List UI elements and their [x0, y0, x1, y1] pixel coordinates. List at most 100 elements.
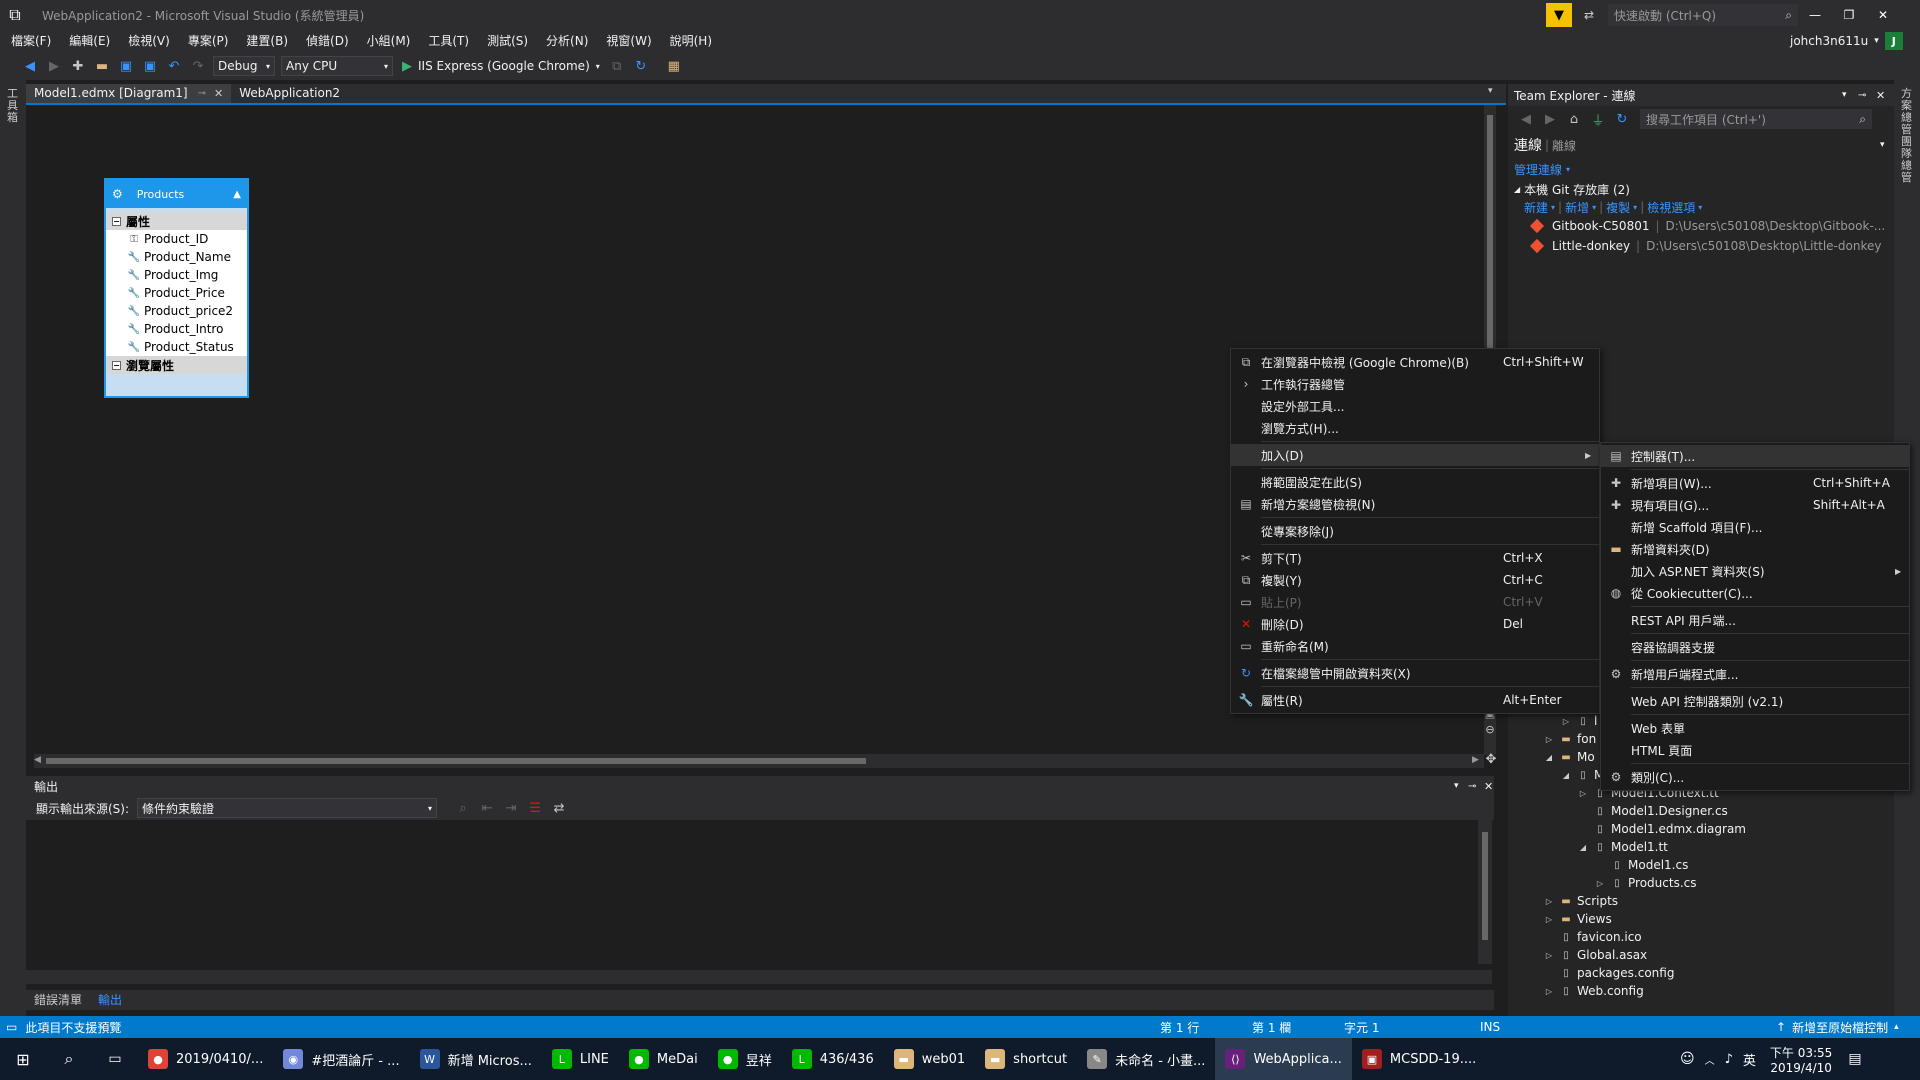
tab-model1-edmx[interactable]: Model1.edmx [Diagram1] ⊸ ✕	[26, 84, 232, 103]
taskbar-app[interactable]: L 436/436	[782, 1038, 884, 1080]
close-icon[interactable]: ✕	[1876, 89, 1885, 102]
expand-closed-icon[interactable]: ▷	[1543, 735, 1555, 744]
entity-nav-section[interactable]: − 瀏覽屬性	[106, 356, 247, 374]
notification-filter-icon[interactable]: ▼	[1546, 3, 1572, 27]
taskbar-app[interactable]: ⟨⟩ WebApplica...	[1215, 1038, 1352, 1080]
save-icon[interactable]: ▣	[115, 55, 137, 77]
solution-tree-item[interactable]: ▷ ▬ Scripts	[1508, 892, 1894, 910]
context-menu-item[interactable]: › 工作執行器總管	[1231, 373, 1599, 395]
refresh-icon[interactable]: ↻	[630, 55, 652, 77]
chevron-down-icon[interactable]: ▾	[1454, 781, 1459, 791]
user-name[interactable]: johch3n611u	[1790, 34, 1868, 48]
expand-closed-icon[interactable]: ▷	[1543, 951, 1555, 960]
context-menu-item[interactable]: 新增 Scaffold 項目(F)...	[1601, 516, 1909, 538]
context-menu-item[interactable]: ↻ 在檔案總管中開啟資料夾(X)	[1231, 662, 1599, 684]
context-menu-item[interactable]: 將範圍設定在此(S)	[1231, 471, 1599, 493]
taskbar-app[interactable]: ✎ 未命名 - 小畫...	[1077, 1038, 1215, 1080]
solution-tree-item[interactable]: ▯ favicon.ico	[1508, 928, 1894, 946]
menu-item[interactable]: 偵錯(D)	[297, 30, 358, 52]
taskbar-app[interactable]: ● 2019/0410/...	[138, 1038, 273, 1080]
designer-horizontal-scrollbar[interactable]: ◀ ▶	[34, 754, 1484, 768]
entity-property[interactable]: 🔧 Product_Name	[106, 248, 247, 266]
clock[interactable]: 下午 03:55 2019/4/10	[1770, 1044, 1832, 1075]
bookmark-icon[interactable]: ▦	[663, 55, 685, 77]
platform-select[interactable]: Any CPU ▾	[281, 56, 393, 76]
tab-list-dropdown-icon[interactable]: ▾	[1488, 86, 1493, 96]
taskbar-app[interactable]: ▬ web01	[884, 1038, 975, 1080]
repo-item[interactable]: Gitbook-C50801 | D:\Users\c50108\Desktop\G…	[1529, 216, 1894, 236]
menu-item[interactable]: 分析(N)	[537, 30, 597, 52]
close-icon[interactable]: ✕	[1484, 780, 1493, 793]
entity-property[interactable]: 🔧 Product_price2	[106, 302, 247, 320]
solution-config-select[interactable]: Debug ▾	[213, 56, 275, 76]
solution-tree-item[interactable]: ▯ Model1.Designer.cs	[1508, 802, 1894, 820]
menu-item[interactable]: 檔案(F)	[2, 30, 60, 52]
context-menu-item[interactable]: ▤ 新增方案總管檢視(N)	[1231, 493, 1599, 515]
solution-tree-item[interactable]: ▷ ▬ Views	[1508, 910, 1894, 928]
entity-property[interactable]: 🔧 Product_Price	[106, 284, 247, 302]
back-icon[interactable]: ◀	[19, 55, 41, 77]
chevron-down-icon[interactable]: ▾	[1566, 165, 1570, 174]
feedback-icon[interactable]: ⇄	[1576, 3, 1602, 27]
chevron-up-icon[interactable]: ︿	[1705, 1052, 1715, 1067]
collapse-box-icon[interactable]: −	[112, 216, 121, 226]
zoom-out-icon[interactable]: ⊖	[1482, 721, 1498, 737]
collapse-icon[interactable]: ▲	[233, 189, 241, 200]
tab-output[interactable]: 輸出	[90, 991, 130, 1010]
redo-icon[interactable]: ↷	[187, 55, 209, 77]
context-menu-item[interactable]: ⚙ 類別(C)...	[1601, 766, 1909, 788]
entity-property[interactable]: ⚿ Product_ID	[106, 230, 247, 248]
menu-item[interactable]: 視窗(W)	[597, 30, 660, 52]
context-menu-item[interactable]: ⧉ 複製(Y) Ctrl+C	[1231, 569, 1599, 591]
restore-button[interactable]: ❐	[1832, 0, 1866, 30]
people-icon[interactable]: ☺	[1680, 1051, 1695, 1067]
pan-icon[interactable]: ✥	[1484, 752, 1498, 767]
add-to-source-control-button[interactable]: ↑ 新增至原始檔控制 ▴	[1776, 1019, 1899, 1036]
expand-open-icon[interactable]: ◢	[1577, 843, 1589, 852]
context-menu-item[interactable]: 加入(D) ▶	[1231, 444, 1599, 466]
menu-item[interactable]: 小組(M)	[358, 30, 420, 52]
close-button[interactable]: ✕	[1866, 0, 1900, 30]
context-menu-item[interactable]: Web 表單	[1601, 717, 1909, 739]
quick-launch-box[interactable]: 快速啟動 (Ctrl+Q) ⌕	[1608, 4, 1798, 26]
chevron-down-icon[interactable]: ▾	[1874, 36, 1879, 46]
taskbar-app[interactable]: ● 昱祥	[708, 1038, 782, 1080]
volume-icon[interactable]: ♪	[1725, 1052, 1733, 1067]
expand-closed-icon[interactable]: ▷	[1543, 987, 1555, 996]
section-title[interactable]: 連線	[1514, 135, 1542, 155]
pin-icon[interactable]: ⊸	[1468, 781, 1476, 792]
new-project-icon[interactable]: ✚	[67, 55, 89, 77]
search-icon[interactable]: ⌕	[46, 1038, 92, 1080]
collapse-box-icon[interactable]: −	[112, 360, 121, 370]
context-menu-item[interactable]: Web API 控制器類別 (v2.1)	[1601, 690, 1909, 712]
word-wrap-icon[interactable]: ⇄	[548, 797, 570, 819]
context-menu-item[interactable]: ▬ 新增資料夾(D)	[1601, 538, 1909, 560]
repo-action-link[interactable]: 檢視選項	[1647, 199, 1695, 216]
repo-item[interactable]: Little-donkey | D:\Users\c50108\Desktop\Li…	[1529, 236, 1894, 256]
entity-products[interactable]: ⚙ Products ▲ − 屬性 ⚿ Product_ID 🔧 Product_Na…	[104, 178, 249, 398]
pin-icon[interactable]: ⊸	[1858, 90, 1866, 101]
chevron-down-icon[interactable]: ▾	[1880, 140, 1885, 150]
entity-header[interactable]: ⚙ Products ▲	[106, 180, 247, 208]
save-all-icon[interactable]: ▣	[139, 55, 161, 77]
taskbar-app[interactable]: ◉ #把酒論斤 - ...	[273, 1038, 409, 1080]
tab-error-list[interactable]: 錯誤清單	[26, 991, 90, 1010]
output-vertical-scrollbar[interactable]	[1478, 820, 1492, 964]
entity-property[interactable]: 🔧 Product_Intro	[106, 320, 247, 338]
context-menu-item[interactable]: ✚ 新增項目(W)... Ctrl+Shift+A	[1601, 472, 1909, 494]
home-icon[interactable]: ⌂	[1563, 108, 1585, 130]
context-menu-item[interactable]: 瀏覽方式(H)...	[1231, 417, 1599, 439]
scroll-left-icon[interactable]: ◀	[34, 755, 41, 765]
entity-properties-section[interactable]: − 屬性	[106, 212, 247, 230]
context-menu-item[interactable]: ⚙ 新增用戶端程式庫...	[1601, 663, 1909, 685]
connect-icon[interactable]: ⏚	[1587, 108, 1609, 130]
solution-tree-item[interactable]: ▯ Model1.edmx.diagram	[1508, 820, 1894, 838]
chevron-down-icon[interactable]: ▾	[1592, 203, 1596, 212]
refresh-icon[interactable]: ↻	[1611, 108, 1633, 130]
local-repos-header[interactable]: ◢ 本機 Git 存放庫 (2)	[1508, 180, 1894, 198]
solution-tree-item[interactable]: ▷ ▯ Products.cs	[1508, 874, 1894, 892]
output-horizontal-scrollbar[interactable]	[26, 970, 1492, 984]
clear-all-icon[interactable]: ☰	[524, 797, 546, 819]
taskbar-app[interactable]: ▣ MCSDD-19....	[1352, 1038, 1486, 1080]
browser-link-icon[interactable]: ⧉	[606, 55, 628, 77]
